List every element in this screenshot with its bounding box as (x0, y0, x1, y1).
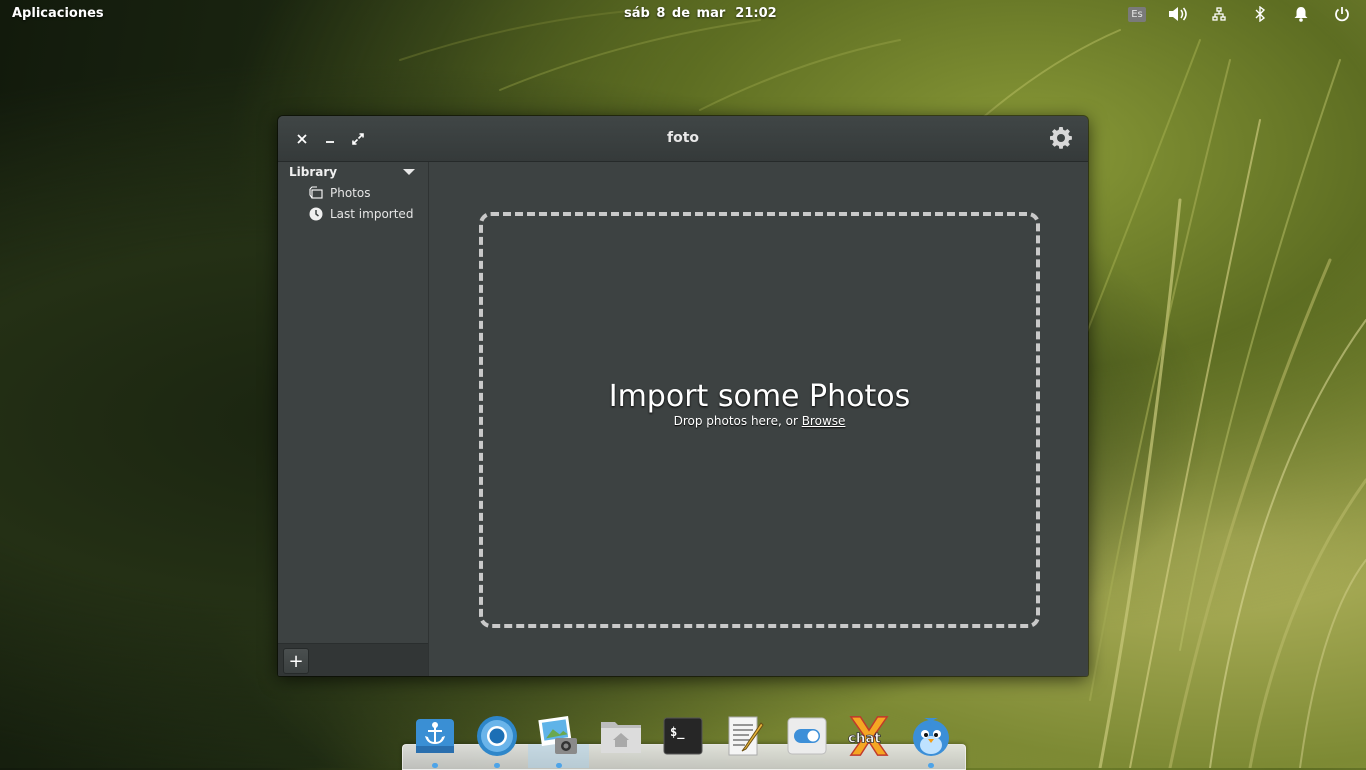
xchat-label: chat (848, 732, 881, 747)
keyboard-layout-indicator[interactable]: Es (1127, 4, 1147, 24)
applications-menu[interactable]: Aplicaciones (12, 6, 104, 21)
running-indicator (928, 763, 934, 768)
power-icon[interactable] (1332, 4, 1352, 24)
dock-settings-anchor-icon[interactable] (413, 714, 457, 758)
network-icon[interactable] (1209, 4, 1229, 24)
running-indicator (556, 763, 562, 768)
sidebar-item-label: Last imported (330, 207, 414, 221)
import-title: Import some Photos (608, 379, 911, 414)
top-panel: Aplicaciones sáb 8 de mar 21:02 Es (0, 0, 1366, 28)
chromium-icon[interactable] (475, 714, 519, 758)
time-label: 21:02 (735, 6, 777, 21)
birdie-twitter-icon[interactable] (909, 714, 953, 758)
browse-link[interactable]: Browse (802, 414, 846, 428)
add-button[interactable]: + (283, 648, 309, 674)
indicators: Es (1106, 4, 1352, 24)
collapse-arrow-icon[interactable] (403, 169, 415, 175)
terminal-icon[interactable]: $_ (661, 714, 705, 758)
titlebar[interactable]: foto (278, 116, 1088, 162)
files-home-icon[interactable] (599, 714, 643, 758)
photos-icon (308, 185, 324, 201)
foto-window: foto Library Photos Last imported + Impo… (278, 116, 1088, 676)
volume-icon[interactable] (1168, 4, 1188, 24)
settings-gear-icon[interactable] (1048, 125, 1074, 151)
bluetooth-icon[interactable] (1250, 4, 1270, 24)
sidebar-item-label: Photos (330, 186, 371, 200)
window-title: foto (666, 130, 700, 146)
import-area: Import some Photos Drop photos here, or … (429, 162, 1088, 676)
running-indicator (432, 763, 438, 768)
notification-icon[interactable] (1291, 4, 1311, 24)
terminal-prompt: $_ (670, 725, 685, 740)
drop-zone[interactable]: Import some Photos Drop photos here, or … (479, 212, 1040, 628)
text-editor-icon[interactable] (723, 714, 767, 758)
drop-hint-text: Drop photos here, or (673, 414, 802, 428)
library-header[interactable]: Library (289, 165, 337, 179)
sidebar-item-photos[interactable]: Photos (308, 184, 370, 202)
date-label: sáb 8 de mar (624, 6, 726, 21)
clock-icon (308, 206, 324, 222)
sidebar: Library Photos Last imported + (278, 162, 429, 676)
xchat-icon[interactable]: chat (847, 714, 891, 758)
sidebar-footer: + (278, 643, 428, 676)
clock[interactable]: sáb 8 de mar 21:02 (624, 6, 777, 21)
running-indicator (494, 763, 500, 768)
switchboard-toggle-icon[interactable] (785, 714, 829, 758)
shotwell-photos-icon[interactable] (537, 714, 581, 758)
keyboard-layout-label: Es (1128, 6, 1146, 22)
import-subtitle: Drop photos here, or Browse (483, 414, 1036, 428)
sidebar-item-last-imported[interactable]: Last imported (308, 205, 413, 223)
